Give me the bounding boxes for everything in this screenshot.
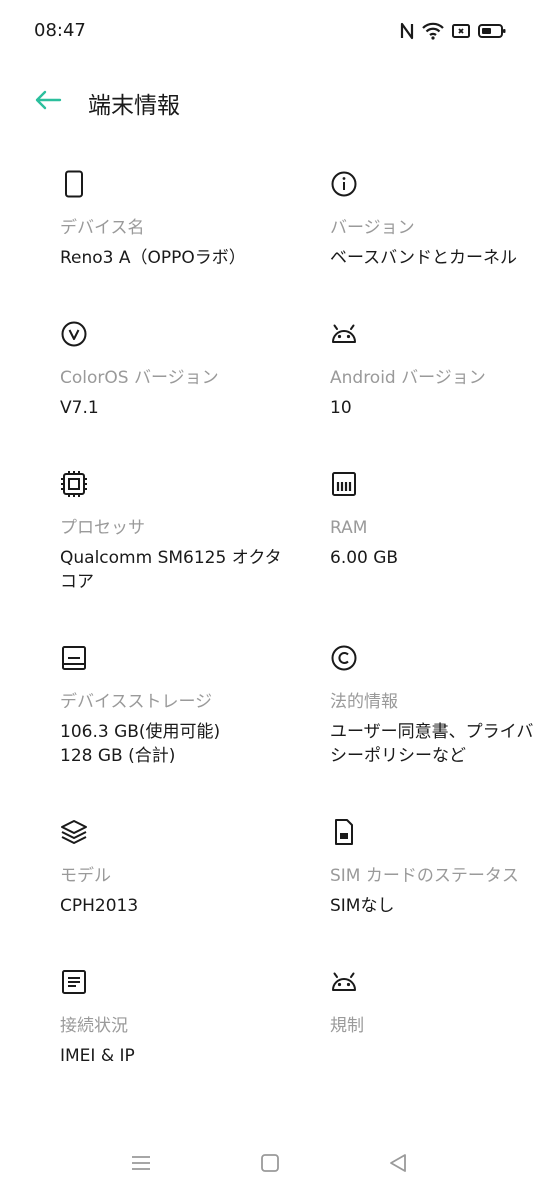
item-value: ベースバンドとカーネル bbox=[330, 248, 517, 268]
menu-icon bbox=[130, 1154, 152, 1176]
app-header: 端末情報 bbox=[0, 80, 540, 124]
wifi-icon bbox=[422, 22, 444, 40]
ram-icon bbox=[330, 470, 358, 498]
sim-status-item[interactable]: SIM カードのステータス SIMなし bbox=[330, 818, 536, 918]
item-label: Android バージョン bbox=[330, 368, 486, 388]
item-value: IMEI & IP bbox=[60, 1046, 135, 1066]
status-icons bbox=[400, 22, 506, 40]
phone-icon bbox=[60, 170, 88, 198]
item-label: プロセッサ bbox=[60, 518, 145, 538]
document-icon bbox=[60, 968, 88, 996]
item-label: バージョン bbox=[330, 218, 415, 238]
battery-icon bbox=[478, 23, 506, 39]
ram-item[interactable]: RAM 6.00 GB bbox=[330, 470, 536, 570]
item-label: デバイス名 bbox=[60, 218, 145, 238]
android-icon bbox=[330, 320, 358, 348]
item-value: V7.1 bbox=[60, 398, 99, 418]
item-label: 規制 bbox=[330, 1016, 364, 1036]
home-button[interactable] bbox=[253, 1148, 287, 1182]
item-value: 6.00 GB bbox=[330, 548, 399, 568]
android-version-item[interactable]: Android バージョン 10 bbox=[330, 320, 536, 420]
recent-apps-button[interactable] bbox=[124, 1148, 158, 1182]
legal-info-item[interactable]: 法的情報 ユーザー同意書、プライバシーポリシーなど bbox=[330, 644, 536, 768]
coloros-version-item[interactable]: ColorOS バージョン V7.1 bbox=[60, 320, 290, 420]
back-triangle-icon bbox=[388, 1153, 408, 1177]
layers-icon bbox=[60, 818, 88, 846]
system-nav-bar bbox=[0, 1130, 540, 1200]
item-value: 10 bbox=[330, 398, 352, 418]
item-value: Reno3 A（OPPOラボ） bbox=[60, 248, 246, 268]
regulatory-item[interactable]: 規制 bbox=[330, 968, 536, 1044]
page-title: 端末情報 bbox=[88, 93, 180, 119]
back-nav-button[interactable] bbox=[381, 1148, 415, 1182]
status-bar: 08:47 bbox=[0, 0, 540, 66]
android-icon bbox=[330, 968, 358, 996]
storage-total: 128 GB (合計) bbox=[60, 746, 176, 766]
item-label: デバイスストレージ bbox=[60, 692, 213, 712]
item-label: SIM カードのステータス bbox=[330, 866, 519, 886]
item-label: 法的情報 bbox=[330, 692, 398, 712]
item-value: 106.3 GB(使用可能) 128 GB (合計) bbox=[60, 720, 290, 768]
storage-icon bbox=[60, 644, 88, 672]
back-button[interactable] bbox=[30, 84, 66, 120]
item-label: モデル bbox=[60, 866, 111, 886]
coloros-v-icon bbox=[60, 320, 88, 348]
home-icon bbox=[260, 1153, 280, 1177]
model-item[interactable]: モデル CPH2013 bbox=[60, 818, 290, 918]
connection-status-item[interactable]: 接続状況 IMEI & IP bbox=[60, 968, 290, 1068]
item-value: Qualcomm SM6125 オクタコア bbox=[60, 548, 282, 592]
device-name-item[interactable]: デバイス名 Reno3 A（OPPOラボ） bbox=[60, 170, 290, 270]
status-time: 08:47 bbox=[34, 20, 86, 41]
storage-available: 106.3 GB(使用可能) bbox=[60, 722, 221, 742]
item-value: ユーザー同意書、プライバシーポリシーなど bbox=[330, 722, 534, 766]
item-label: 接続状況 bbox=[60, 1016, 128, 1036]
screen-record-icon bbox=[452, 23, 470, 39]
item-label: ColorOS バージョン bbox=[60, 368, 219, 388]
processor-item[interactable]: プロセッサ Qualcomm SM6125 オクタコア bbox=[60, 470, 290, 594]
version-item[interactable]: バージョン ベースバンドとカーネル bbox=[330, 170, 536, 270]
item-value: CPH2013 bbox=[60, 896, 139, 916]
item-value: SIMなし bbox=[330, 896, 395, 916]
item-label: RAM bbox=[330, 518, 368, 538]
cpu-icon bbox=[60, 470, 88, 498]
device-storage-item[interactable]: デバイスストレージ 106.3 GB(使用可能) 128 GB (合計) bbox=[60, 644, 290, 768]
arrow-left-icon bbox=[34, 89, 62, 115]
copyright-icon bbox=[330, 644, 358, 672]
nfc-icon bbox=[400, 22, 414, 40]
info-icon bbox=[330, 170, 358, 198]
sim-card-icon bbox=[330, 818, 358, 846]
